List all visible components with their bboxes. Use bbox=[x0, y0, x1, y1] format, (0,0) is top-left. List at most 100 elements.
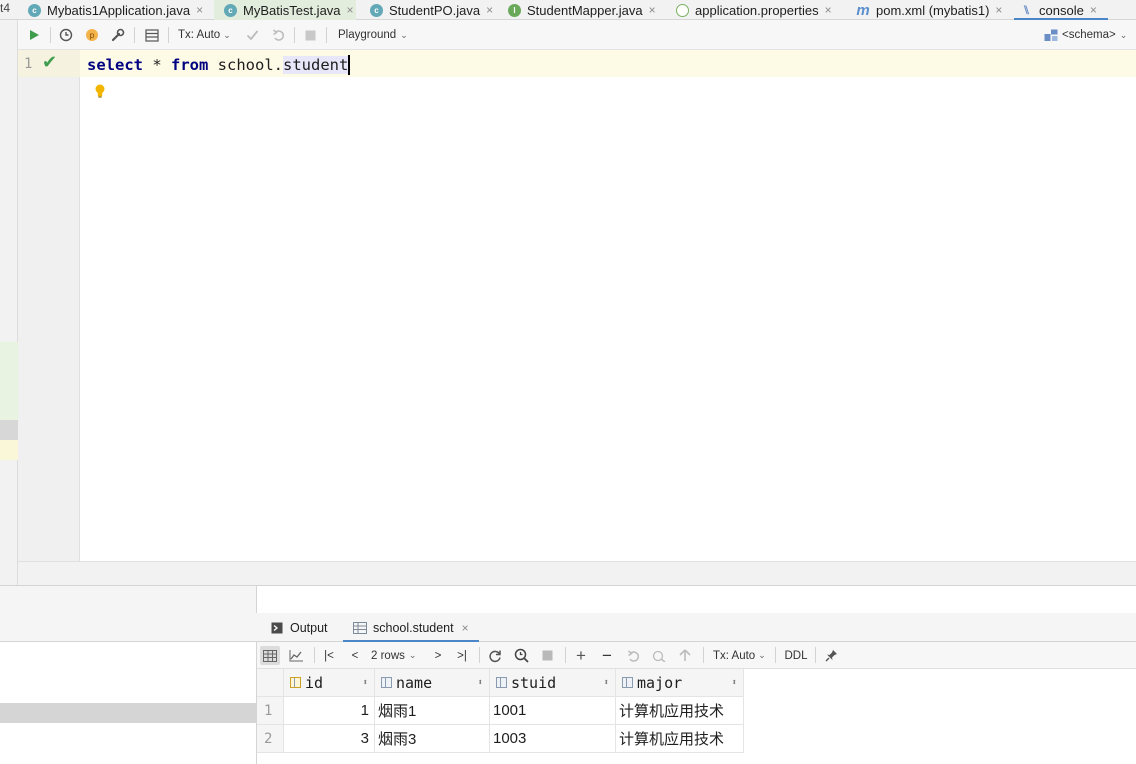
line-number: 1 bbox=[24, 56, 33, 72]
history-button[interactable] bbox=[56, 25, 76, 45]
close-icon[interactable]: × bbox=[486, 3, 493, 17]
console-icon: ⑊ bbox=[1022, 3, 1031, 17]
close-icon[interactable]: × bbox=[462, 621, 469, 635]
project-panel-edge bbox=[0, 20, 18, 585]
cell-stuid[interactable]: 1001 bbox=[490, 697, 616, 725]
schema-icon bbox=[1044, 29, 1058, 41]
delete-row-button[interactable]: − bbox=[597, 646, 617, 665]
first-page-button[interactable]: |< bbox=[320, 646, 338, 665]
wrench-icon bbox=[111, 28, 125, 42]
console-toolbar: p Tx: Auto ⌄ Playground ⌄ <schema> ⌄ bbox=[18, 20, 1136, 50]
column-header-stuid[interactable]: stuid ⬍ bbox=[490, 669, 616, 697]
properties-file-icon bbox=[676, 3, 689, 17]
stop-button[interactable] bbox=[300, 25, 320, 45]
chevron-down-icon: ⌄ bbox=[408, 650, 417, 660]
services-tree-selected-row[interactable] bbox=[0, 703, 256, 723]
tab-console[interactable]: ⑊ console × bbox=[1014, 0, 1108, 21]
submit-button[interactable] bbox=[675, 646, 695, 665]
commit-button[interactable] bbox=[242, 25, 262, 45]
tab-label: Output bbox=[290, 620, 328, 635]
tab-studentmapper[interactable]: I StudentMapper.java × bbox=[508, 0, 656, 20]
java-class-icon: c bbox=[28, 3, 41, 17]
tab-mybatistest[interactable]: c MyBatisTest.java × bbox=[214, 0, 356, 20]
cell-major[interactable]: 计算机应用技术 bbox=[616, 697, 744, 725]
tab-label: StudentMapper.java bbox=[527, 2, 643, 18]
close-icon[interactable]: × bbox=[995, 3, 1002, 17]
sql-star: * bbox=[143, 56, 171, 74]
chart-view-button[interactable] bbox=[286, 646, 306, 665]
refresh-icon bbox=[489, 650, 501, 662]
pin-tab-button[interactable] bbox=[821, 646, 841, 665]
cell-id[interactable]: 1 bbox=[284, 697, 375, 725]
toolbar-separator bbox=[565, 647, 566, 663]
preview-changes-button[interactable] bbox=[649, 646, 669, 665]
lightbulb-icon[interactable] bbox=[94, 84, 106, 98]
results-view-button[interactable] bbox=[142, 25, 162, 45]
maven-icon: m bbox=[856, 1, 870, 19]
tab-output[interactable]: Output bbox=[271, 613, 328, 642]
schema-selector[interactable]: <schema> ⌄ bbox=[1044, 25, 1136, 45]
tx-mode-dropdown[interactable]: Tx: Auto ⌄ bbox=[713, 646, 769, 665]
table-view-button[interactable] bbox=[260, 646, 280, 665]
services-tree bbox=[0, 586, 257, 764]
add-row-button[interactable]: + bbox=[571, 646, 591, 665]
tab-pom-xml[interactable]: m pom.xml (mybatis1) × bbox=[856, 0, 1002, 20]
table-icon bbox=[145, 28, 159, 42]
close-icon[interactable]: × bbox=[1090, 3, 1097, 17]
cell-name[interactable]: 烟雨1 bbox=[375, 697, 490, 725]
sql-editor-line[interactable]: select * from school. student bbox=[87, 54, 351, 76]
sort-icon[interactable]: ⬍ bbox=[732, 678, 737, 688]
sql-schema-name: school. bbox=[217, 56, 283, 74]
sort-icon[interactable]: ⬍ bbox=[363, 678, 368, 688]
schema-label: <schema> bbox=[1062, 29, 1116, 41]
rows-dropdown[interactable]: 2 rows ⌄ bbox=[371, 646, 427, 665]
close-icon[interactable]: × bbox=[825, 3, 832, 17]
column-header-name[interactable]: name ⬍ bbox=[375, 669, 490, 697]
stop-button[interactable] bbox=[537, 646, 557, 665]
close-icon[interactable]: × bbox=[649, 3, 656, 17]
cell-major[interactable]: 计算机应用技术 bbox=[616, 725, 744, 753]
profile-button[interactable]: p bbox=[82, 25, 102, 45]
cell-stuid[interactable]: 1003 bbox=[490, 725, 616, 753]
cell-name[interactable]: 烟雨3 bbox=[375, 725, 490, 753]
toolbar-separator bbox=[294, 27, 295, 43]
toolbar-separator bbox=[168, 27, 169, 43]
sql-table-name: student bbox=[283, 56, 349, 74]
previous-page-button[interactable]: < bbox=[346, 646, 364, 665]
playground-dropdown[interactable]: Playground ⌄ bbox=[338, 25, 412, 45]
last-page-button[interactable]: >| bbox=[453, 646, 471, 665]
strip-highlight bbox=[0, 342, 18, 420]
column-name: id bbox=[305, 673, 324, 692]
close-icon[interactable]: × bbox=[196, 3, 203, 17]
tab-application-properties[interactable]: application.properties × bbox=[676, 0, 832, 20]
toolbar-separator bbox=[314, 647, 315, 663]
reload-button[interactable] bbox=[485, 646, 505, 665]
query-history-button[interactable] bbox=[511, 646, 531, 665]
table-row[interactable]: 2 3 烟雨3 1003 计算机应用技术 bbox=[257, 725, 744, 753]
settings-button[interactable] bbox=[108, 25, 128, 45]
sort-icon[interactable]: ⬍ bbox=[478, 678, 483, 688]
tab-school-student[interactable]: school.student × bbox=[343, 613, 479, 643]
tx-mode-label: Tx: Auto bbox=[713, 649, 756, 662]
grid-header-row: id ⬍ name ⬍ stuid ⬍ major ⬍ bbox=[257, 669, 744, 697]
tx-mode-dropdown[interactable]: Tx: Auto ⌄ bbox=[178, 25, 236, 45]
column-header-major[interactable]: major ⬍ bbox=[616, 669, 744, 697]
toolbar-separator bbox=[50, 27, 51, 43]
arrow-up-icon bbox=[679, 649, 691, 661]
tab-studentpo[interactable]: c StudentPO.java × bbox=[370, 0, 493, 20]
strip-selection bbox=[0, 420, 18, 440]
chevron-down-icon: ⌄ bbox=[223, 29, 231, 40]
tab-mybatis1application[interactable]: c Mybatis1Application.java × bbox=[28, 0, 203, 20]
toolbar-separator bbox=[479, 647, 480, 663]
column-header-id[interactable]: id ⬍ bbox=[284, 669, 375, 697]
cell-id[interactable]: 3 bbox=[284, 725, 375, 753]
execute-button[interactable] bbox=[24, 25, 44, 45]
sort-icon[interactable]: ⬍ bbox=[604, 678, 609, 688]
rollback-button[interactable] bbox=[268, 25, 288, 45]
ddl-button[interactable]: DDL bbox=[781, 646, 811, 665]
close-icon[interactable]: × bbox=[347, 3, 354, 17]
revert-button[interactable] bbox=[623, 646, 643, 665]
next-page-button[interactable]: > bbox=[429, 646, 447, 665]
executed-check-icon: ✔ bbox=[42, 52, 58, 72]
table-row[interactable]: 1 1 烟雨1 1001 计算机应用技术 bbox=[257, 697, 744, 725]
